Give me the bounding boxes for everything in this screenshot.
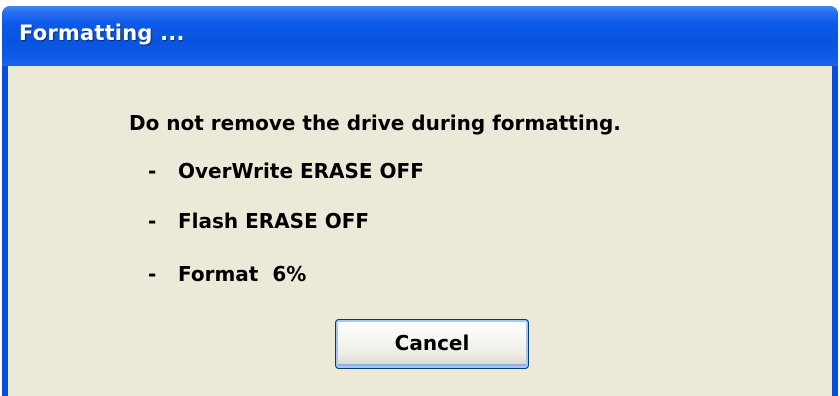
status-format-progress: - Format 6% — [148, 262, 306, 286]
status-dash: - — [148, 209, 157, 233]
status-text: Flash ERASE OFF — [178, 209, 370, 233]
warning-message: Do not remove the drive during formattin… — [129, 111, 621, 135]
cancel-button[interactable]: Cancel — [335, 319, 529, 369]
status-overwrite-erase: - OverWrite ERASE OFF — [148, 159, 424, 183]
status-text: OverWrite ERASE OFF — [178, 159, 424, 183]
status-dash: - — [148, 262, 157, 286]
status-text: Format — [178, 262, 259, 286]
format-dialog-window: Formatting ... Do not remove the drive d… — [2, 6, 838, 396]
status-flash-erase: - Flash ERASE OFF — [148, 209, 369, 233]
window-title: Formatting ... — [19, 21, 185, 45]
status-dash: - — [148, 159, 157, 183]
title-bar[interactable]: Formatting ... — [2, 6, 838, 66]
format-percent: 6% — [272, 262, 307, 286]
dialog-body: Do not remove the drive during formattin… — [8, 66, 832, 396]
